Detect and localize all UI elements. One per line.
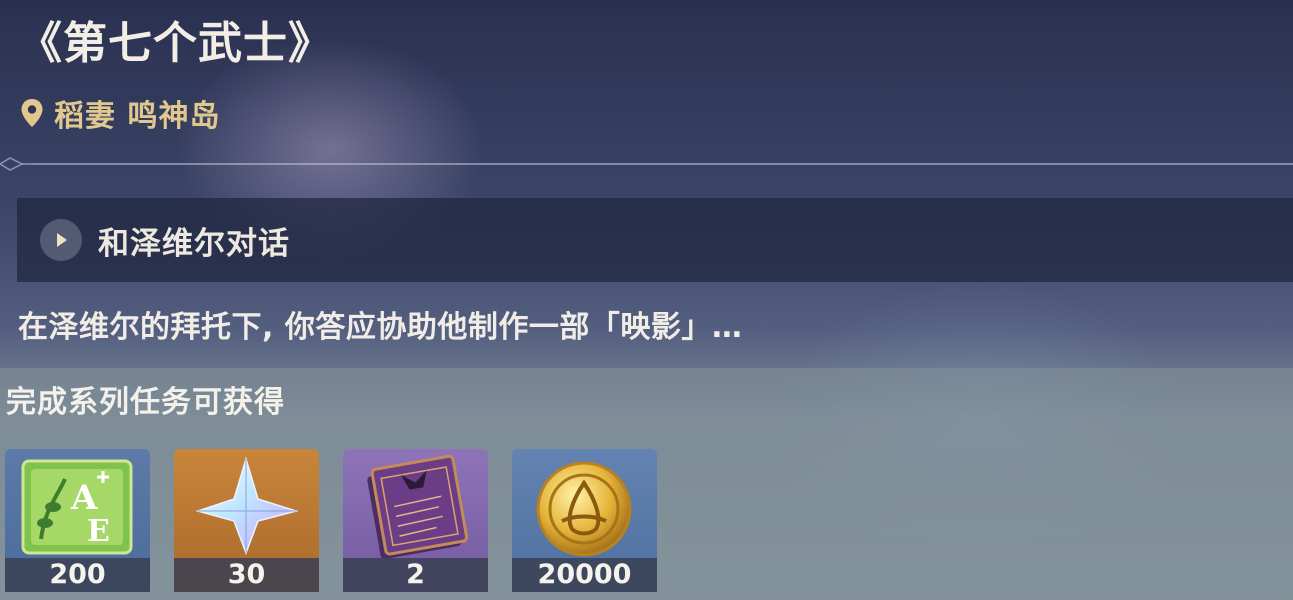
reward-mora[interactable]: 20000 [512, 449, 657, 592]
svg-text:A: A [70, 478, 98, 518]
primogem-icon [195, 456, 299, 556]
reward-adventure-exp[interactable]: A E 200 [5, 449, 150, 592]
rewards-panel: 完成系列任务可获得 A E 200 30 2 20000 [0, 368, 1293, 600]
reward-count: 200 [5, 558, 150, 592]
map-pin-icon [21, 99, 43, 127]
quest-panel: 《第七个武士》 稻妻 鸣神岛 和泽维尔对话 在泽维尔的拜托下, 你答应协助他制作… [0, 0, 1293, 368]
location-text: 稻妻 鸣神岛 [54, 99, 221, 134]
adventure-exp-icon: A E [21, 459, 133, 555]
quest-objective-row[interactable]: 和泽维尔对话 [17, 198, 1293, 282]
reward-count: 30 [174, 558, 319, 592]
svg-text:E: E [87, 514, 110, 549]
quest-location: 稻妻 鸣神岛 [20, 92, 220, 134]
reward-count: 2 [343, 558, 488, 592]
reward-list: A E 200 30 2 20000 [5, 449, 681, 592]
heros-wit-book-icon [367, 454, 469, 559]
mora-coin-icon [536, 461, 632, 557]
play-icon [40, 219, 82, 261]
reward-primogem[interactable]: 30 [174, 449, 319, 592]
objective-text: 和泽维尔对话 [98, 225, 290, 262]
reward-heros-wit[interactable]: 2 [343, 449, 488, 592]
reward-count: 20000 [512, 558, 657, 592]
section-divider [0, 157, 1293, 171]
quest-description: 在泽维尔的拜托下, 你答应协助他制作一部「映影」… [18, 310, 743, 345]
quest-title: 《第七个武士》 [18, 18, 333, 69]
rewards-header: 完成系列任务可获得 [6, 385, 285, 420]
